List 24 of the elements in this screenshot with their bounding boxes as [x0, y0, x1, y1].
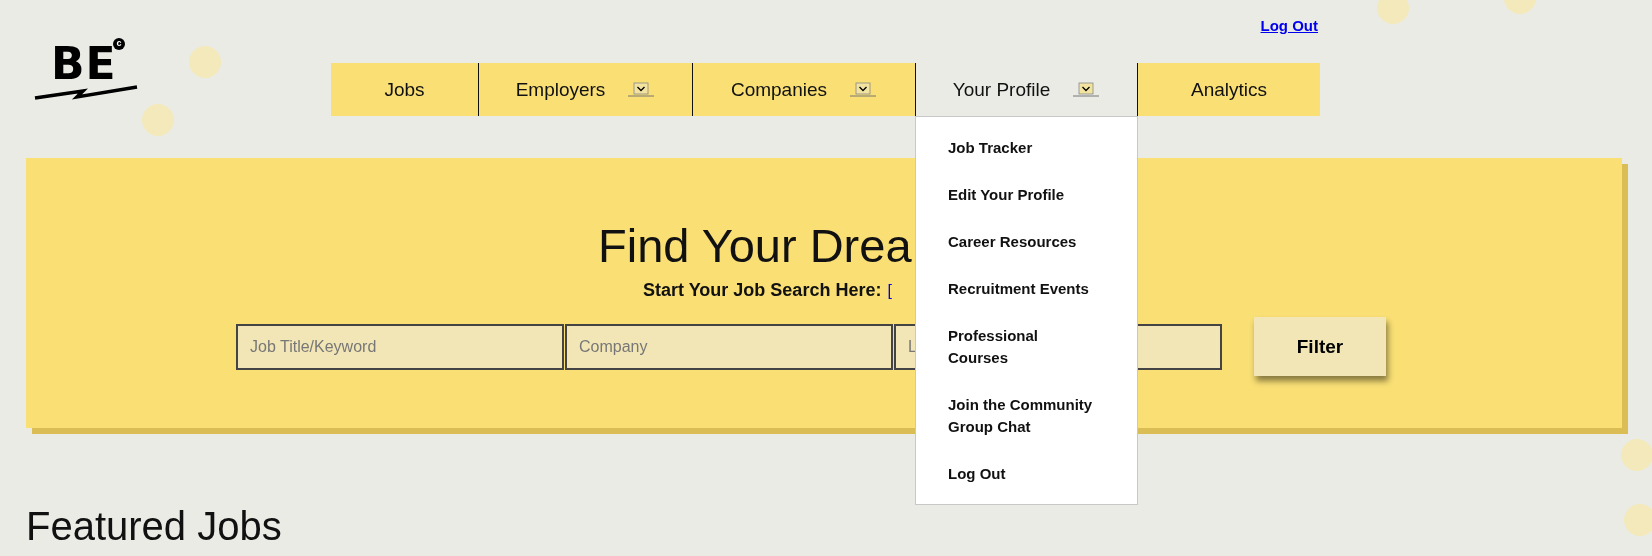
search-field[interactable]: Company: [565, 323, 893, 370]
filter-button[interactable]: Filter: [1254, 317, 1386, 376]
nav-tab[interactable]: Companies: [692, 63, 915, 116]
subtitle-link[interactable]: [: [887, 282, 892, 300]
decorative-dot: [189, 46, 221, 78]
menu-item[interactable]: Log Out: [916, 451, 1137, 498]
banner-title: Find Your Drea: [598, 218, 912, 274]
menu-item[interactable]: Edit Your Profile: [916, 172, 1137, 219]
nav-tab[interactable]: Jobs: [331, 63, 478, 116]
decorative-dot: [1621, 439, 1652, 471]
decorative-dot: [1624, 504, 1652, 536]
menu-item[interactable]: Join the Community Group Chat: [916, 382, 1137, 451]
logout-link[interactable]: Log Out: [1260, 17, 1318, 40]
decorative-dot: [142, 104, 174, 136]
section-title: Featured Jobs: [26, 504, 282, 549]
nav-tab[interactable]: Employers: [478, 63, 692, 116]
menu-item[interactable]: Job Tracker: [916, 125, 1137, 172]
decorative-dot: [1377, 0, 1409, 24]
menu-item[interactable]: Career Resources: [916, 219, 1137, 266]
menu-item[interactable]: Recruitment Events: [916, 266, 1137, 313]
search-field[interactable]: Job Title/Keyword: [236, 323, 564, 370]
nav-tab[interactable]: Analytics: [1137, 63, 1320, 116]
banner-subtitle: Start Your Job Search Here:: [643, 280, 882, 301]
menu-item[interactable]: Professional Courses: [916, 313, 1137, 382]
